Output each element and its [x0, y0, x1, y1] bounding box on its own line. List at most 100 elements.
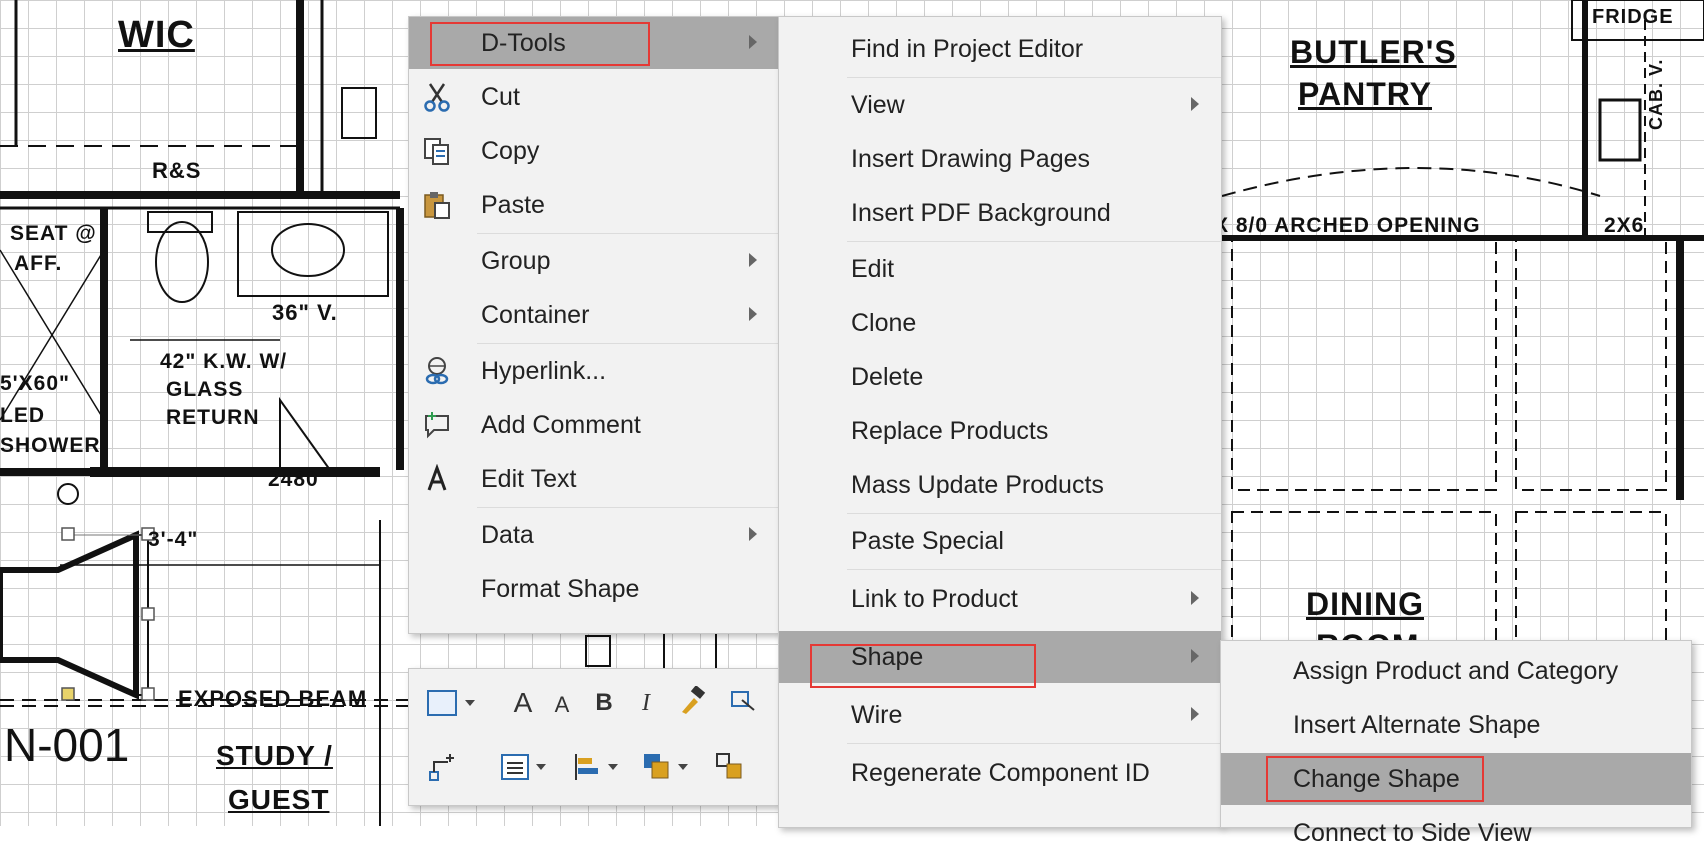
- menu-item-edit[interactable]: Edit: [779, 243, 1221, 295]
- menu-item-container[interactable]: Container: [409, 289, 779, 341]
- shrink-font-button[interactable]: A: [547, 687, 577, 723]
- menu-separator: [477, 233, 779, 234]
- paste-icon: [421, 189, 453, 221]
- menu-item-insert-drawing-pages[interactable]: Insert Drawing Pages: [779, 133, 1221, 185]
- hyperlink-icon: [421, 355, 453, 387]
- menu-item-paste-special[interactable]: Paste Special: [779, 515, 1221, 567]
- label-x60: 5'X60": [0, 372, 70, 395]
- submenu-arrow-icon: [1191, 97, 1199, 111]
- submenu-arrow-icon: [1191, 707, 1199, 721]
- menu-separator: [847, 513, 1221, 514]
- menu-item-label: D-Tools: [481, 28, 566, 57]
- submenu-arrow-icon: [1191, 591, 1199, 605]
- label-fridge: FRIDGE: [1592, 6, 1674, 28]
- menu-item-hyperlink[interactable]: Hyperlink...: [409, 345, 779, 397]
- menu-item-data[interactable]: Data: [409, 509, 779, 561]
- format-painter-button[interactable]: [673, 681, 713, 721]
- connection-point-icon: [731, 691, 755, 711]
- menu-separator: [847, 241, 1221, 242]
- shape-tool-button[interactable]: [723, 681, 763, 721]
- connector-button[interactable]: [423, 747, 463, 787]
- menu-item-find-in-project-editor[interactable]: Find in Project Editor: [779, 23, 1221, 75]
- group-objects-button[interactable]: [707, 747, 753, 787]
- label-glass: GLASS: [166, 378, 244, 401]
- menu-item-assign-product-and-category[interactable]: Assign Product and Category: [1221, 645, 1691, 697]
- menu-item-wire[interactable]: Wire: [779, 689, 1221, 741]
- menu-item-label: Delete: [851, 362, 924, 391]
- label-cabv: CAB. V.: [1646, 58, 1666, 130]
- label-beam: EXPOSED BEAM: [178, 686, 368, 711]
- menu-item-label: View: [851, 90, 905, 119]
- menu-separator: [477, 343, 779, 344]
- label-seat: SEAT @: [10, 222, 97, 245]
- menu-item-label: Paste: [481, 190, 545, 219]
- menu-item-label: Format Shape: [481, 574, 640, 603]
- menu-item-change-shape[interactable]: Change Shape: [1221, 753, 1691, 805]
- menu-item-view[interactable]: View: [779, 79, 1221, 131]
- bring-forward-button[interactable]: [637, 747, 693, 787]
- label-study: STUDY /: [216, 740, 333, 771]
- menu-item-clone[interactable]: Clone: [779, 297, 1221, 349]
- menu-item-cut[interactable]: Cut: [409, 71, 779, 123]
- label-rs: R&S: [152, 158, 202, 183]
- menu-item-label: Change Shape: [1293, 764, 1460, 793]
- menu-item-label: Insert Alternate Shape: [1293, 710, 1541, 739]
- menu-item-label: Connect to Side View: [1293, 818, 1532, 847]
- menu-separator: [847, 743, 1221, 744]
- menu-item-label: Container: [481, 300, 590, 329]
- menu-item-copy[interactable]: Copy: [409, 125, 779, 177]
- mini-toolbar: A A B I: [408, 668, 780, 806]
- menu-item-regenerate-component-id[interactable]: Regenerate Component ID: [779, 747, 1221, 799]
- copy-icon: [421, 135, 453, 167]
- menu-item-insert-pdf-background[interactable]: Insert PDF Background: [779, 187, 1221, 239]
- menu-item-delete[interactable]: Delete: [779, 351, 1221, 403]
- bold-button[interactable]: B: [589, 683, 619, 723]
- menu-separator: [847, 569, 1221, 570]
- grow-font-button[interactable]: A: [505, 683, 541, 723]
- label-dining: DINING: [1306, 586, 1424, 622]
- menu-item-label: Data: [481, 520, 534, 549]
- menu-item-connect-to-side-view[interactable]: Connect to Side View: [1221, 807, 1691, 859]
- menu-item-insert-alternate-shape[interactable]: Insert Alternate Shape: [1221, 699, 1691, 751]
- scissors-icon: [421, 81, 453, 113]
- menu-item-label: Regenerate Component ID: [851, 758, 1150, 787]
- shrink-font-icon: A: [554, 692, 570, 717]
- menu-item-label: Edit: [851, 254, 895, 283]
- align-button[interactable]: [567, 747, 623, 787]
- label-room-code: N-001: [4, 719, 130, 771]
- menu-item-add-comment[interactable]: Add Comment: [409, 399, 779, 451]
- shape-style-button[interactable]: [423, 683, 479, 723]
- menu-item-format-shape[interactable]: Format Shape: [409, 563, 779, 615]
- menu-item-dtools[interactable]: D-Tools: [409, 17, 779, 69]
- menu-item-mass-update-products[interactable]: Mass Update Products: [779, 459, 1221, 511]
- menu-item-label: Link to Product: [851, 584, 1018, 613]
- context-menu: D-Tools Cut Copy Paste Group Container H…: [408, 16, 780, 634]
- menu-separator: [477, 507, 779, 508]
- menu-item-label: Replace Products: [851, 416, 1049, 445]
- menu-item-link-to-product[interactable]: Link to Product: [779, 573, 1221, 625]
- label-pantry: PANTRY: [1298, 76, 1432, 112]
- menu-item-label: Group: [481, 246, 551, 275]
- shape-style-icon: [427, 690, 457, 716]
- menu-item-group[interactable]: Group: [409, 235, 779, 287]
- shape-submenu: Assign Product and Category Insert Alter…: [1220, 640, 1692, 847]
- menu-item-shape[interactable]: Shape: [779, 631, 1221, 683]
- label-2480: 2480: [268, 468, 319, 491]
- menu-item-paste[interactable]: Paste: [409, 179, 779, 231]
- label-aff: AFF.: [14, 252, 63, 275]
- align-text-button[interactable]: [495, 747, 551, 787]
- menu-item-label: Hyperlink...: [481, 356, 607, 385]
- submenu-arrow-icon: [1191, 649, 1199, 663]
- format-painter-icon: [682, 686, 706, 714]
- dtools-submenu: Find in Project Editor View Insert Drawi…: [778, 16, 1222, 828]
- menu-item-label: Add Comment: [481, 410, 641, 439]
- chevron-down-icon: [465, 700, 475, 706]
- menu-item-label: Insert Drawing Pages: [851, 144, 1091, 173]
- menu-item-edit-text[interactable]: Edit Text: [409, 453, 779, 505]
- bold-icon: B: [595, 689, 613, 716]
- label-guest: GUEST: [228, 784, 330, 815]
- label-return: RETURN: [166, 406, 260, 429]
- submenu-arrow-icon: [749, 307, 757, 321]
- italic-button[interactable]: I: [631, 683, 661, 723]
- menu-item-replace-products[interactable]: Replace Products: [779, 405, 1221, 457]
